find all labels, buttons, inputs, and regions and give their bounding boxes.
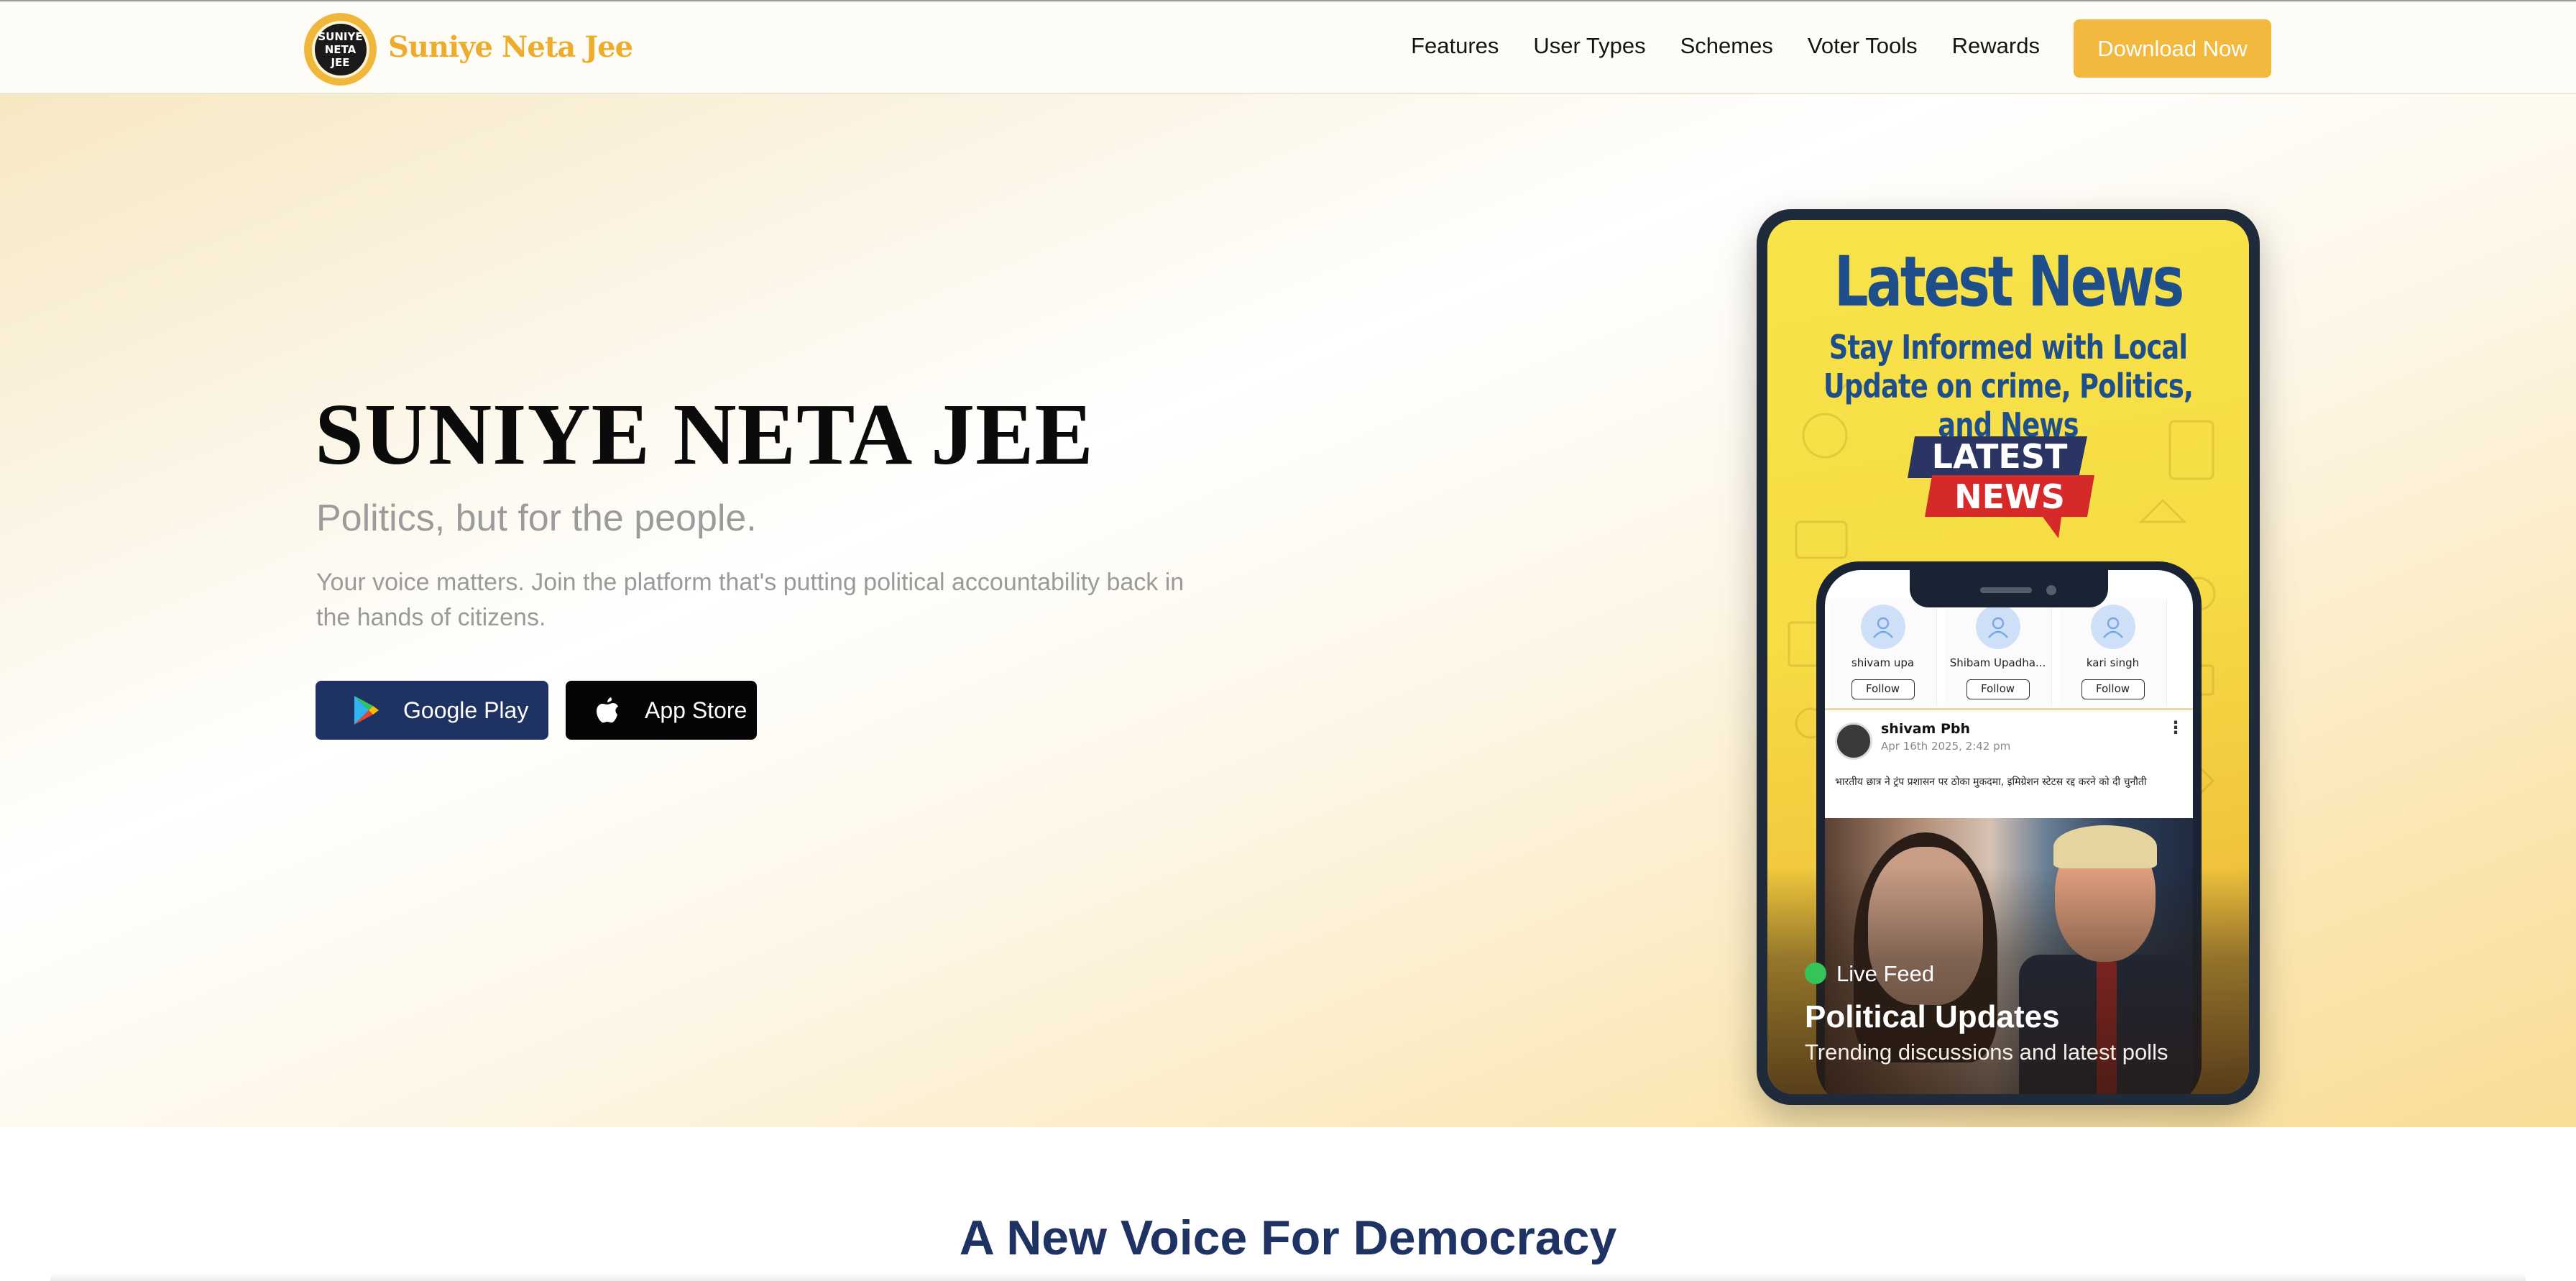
latest-news-subheading: Stay Informed with Local Update on crime…	[1823, 328, 2194, 444]
badge-line1: LATEST	[1932, 437, 2068, 476]
google-play-label: Google Play	[403, 697, 529, 723]
app-store-label: App Store	[645, 697, 748, 723]
latest-news-heading: Latest News	[1834, 242, 2184, 322]
hero-section: SUNIYE NETA JEE Politics, but for the pe…	[0, 94, 2576, 1127]
hero-description: Your voice matters. Join the platform th…	[316, 569, 1184, 631]
badge-line2: NEWS	[1954, 477, 2065, 516]
political-updates-subtitle: Trending discussions and latest polls	[1805, 1039, 2168, 1065]
latest-news-badge: LATEST NEWS	[1908, 436, 2094, 538]
front-camera	[2046, 585, 2056, 595]
image-person-hair	[2053, 825, 2157, 868]
follow-button[interactable]: Follow	[2081, 679, 2145, 699]
brand-name[interactable]: Suniye Neta Jee	[388, 30, 633, 64]
logo-badge: SUNIYE NETA JEE	[311, 20, 369, 78]
hero-title: SUNIYE NETA JEE	[315, 386, 1094, 483]
suggested-user-name: kari singh	[2086, 656, 2140, 669]
app-store-button[interactable]: App Store	[566, 681, 757, 740]
card-edge	[50, 1272, 2526, 1281]
user-avatar-icon	[2090, 605, 2135, 649]
nav-links: Features User Types Schemes Voter Tools …	[1411, 33, 2040, 59]
apple-icon	[592, 694, 623, 726]
live-feed-label: Live Feed	[1836, 961, 1935, 986]
post-date: Apr 16th 2025, 2:42 pm	[1881, 740, 2011, 753]
speaker-grille	[1980, 587, 2032, 593]
logo-text-line2: NETA JEE	[324, 42, 356, 69]
political-updates-title: Political Updates	[1805, 999, 2060, 1034]
phone-mockup: Latest News Stay Informed with Local Upd…	[1757, 209, 2260, 1105]
post-author-name[interactable]: shivam Pbh	[1881, 721, 1970, 737]
post-text: भारतीय छात्र ने ट्रंप प्रशासन पर ठोका मु…	[1835, 776, 2147, 788]
suggested-user-name: Shibam Upadha...	[1949, 656, 2046, 669]
logo-text-line1: SUNIYE	[318, 29, 363, 43]
phone-notch	[1910, 570, 2108, 607]
google-play-button[interactable]: Google Play	[316, 681, 548, 740]
nav-link-features[interactable]: Features	[1411, 33, 1499, 59]
top-navbar: SUNIYE NETA JEE Suniye Neta Jee Features…	[0, 0, 2576, 94]
follow-button[interactable]: Follow	[1966, 679, 2030, 699]
user-avatar-icon	[1860, 605, 1905, 649]
live-indicator-icon	[1805, 963, 1826, 984]
section-title: A New Voice For Democracy	[959, 1211, 1617, 1265]
follow-button[interactable]: Follow	[1851, 679, 1915, 699]
user-avatar-icon	[1975, 605, 2020, 649]
suggested-user-card[interactable]: shivam upa Follow	[1829, 599, 1937, 707]
nav-link-rewards[interactable]: Rewards	[1952, 33, 2040, 59]
post-author-avatar[interactable]	[1835, 722, 1872, 760]
phone-screen: Latest News Stay Informed with Local Upd…	[1767, 220, 2249, 1094]
hero-subtitle: Politics, but for the people.	[316, 497, 757, 539]
download-now-button[interactable]: Download Now	[2074, 19, 2271, 78]
post-divider	[1825, 708, 2193, 710]
nav-link-user-types[interactable]: User Types	[1533, 33, 1645, 59]
google-play-icon	[350, 694, 382, 726]
brand-logo[interactable]: SUNIYE NETA JEE	[304, 13, 377, 86]
more-options-icon[interactable]: ⋮	[2167, 719, 2184, 736]
suggested-user-card[interactable]: Shibam Upadha... Follow	[1944, 599, 2052, 707]
suggested-user-name: shivam upa	[1851, 656, 1915, 669]
suggested-user-card[interactable]: kari singh Follow	[2059, 599, 2167, 707]
nav-link-schemes[interactable]: Schemes	[1680, 33, 1773, 59]
nav-link-voter-tools[interactable]: Voter Tools	[1808, 33, 1918, 59]
